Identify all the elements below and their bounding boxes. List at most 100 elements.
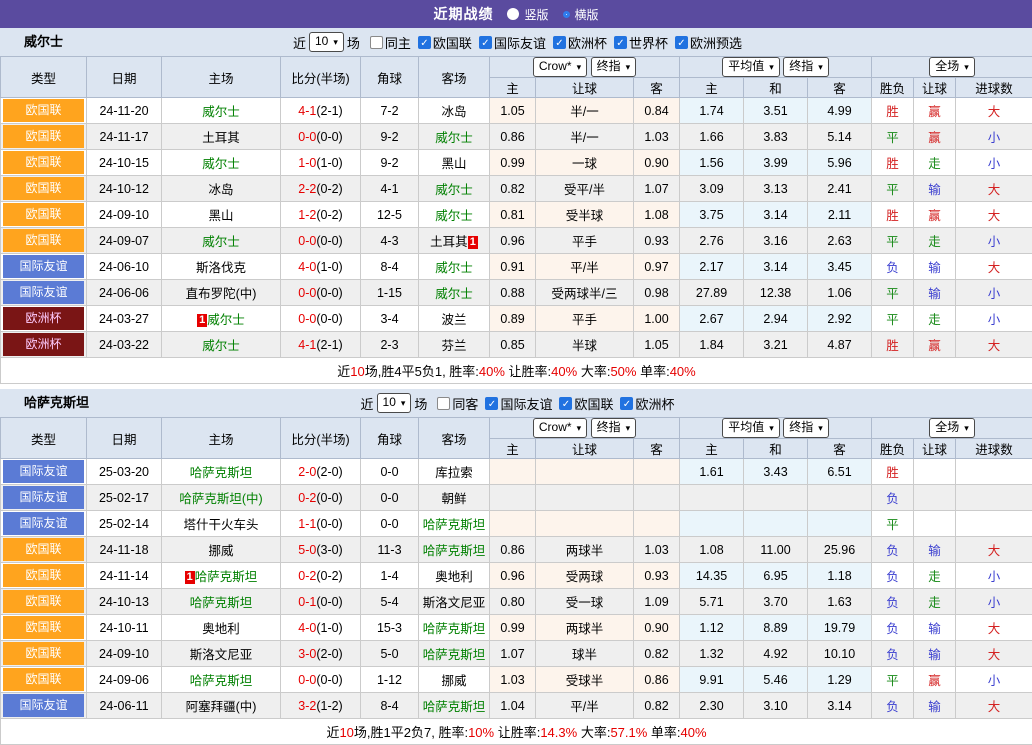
away-team-name: 哈萨克斯坦 — [423, 700, 486, 714]
league-badge: 国际友谊 — [3, 694, 84, 717]
league-filter-checkbox-1-box[interactable]: ✓ — [559, 397, 572, 410]
result-goals: 小 — [956, 228, 1032, 254]
summary-stat-value: 40% — [670, 364, 696, 379]
odds-source-select[interactable]: Crow*▾ — [533, 57, 587, 77]
match-date: 25-03-20 — [87, 459, 162, 485]
table-header-row-1: 类型日期主场比分(半场)角球客场Crow*▾ 终指▾平均值▾ 终指▾全场▾ — [1, 418, 1032, 439]
match-date: 24-09-07 — [87, 228, 162, 254]
odds-home — [490, 511, 536, 537]
same-venue-checkbox[interactable]: 同主 — [363, 33, 411, 52]
away-team-name: 波兰 — [441, 313, 466, 327]
summary-stat-label: 近 — [337, 364, 350, 379]
league-type-cell: 国际友谊 — [1, 280, 87, 306]
match-score: 4-1(2-1) — [281, 332, 361, 358]
odds-away: 0.84 — [634, 98, 680, 124]
chevron-down-icon: ▾ — [769, 62, 774, 72]
league-type-cell: 欧国联 — [1, 589, 87, 615]
match-count-select[interactable]: 10▾ — [309, 32, 344, 52]
avg-time-select[interactable]: 终指▾ — [783, 57, 829, 77]
odds-source-select[interactable]: Crow*▾ — [533, 418, 587, 438]
table-row: 欧洲杯24-03-22威尔士4-1(2-1)2-3芬兰0.85半球1.051.8… — [1, 332, 1032, 358]
avg-away: 3.14 — [808, 693, 872, 719]
league-filter-checkbox-1[interactable]: ✓国际友谊 — [472, 33, 546, 52]
league-type-cell: 国际友谊 — [1, 485, 87, 511]
league-badge: 国际友谊 — [3, 255, 84, 278]
odds-away: 0.82 — [634, 693, 680, 719]
result-outcome: 胜 — [872, 332, 914, 358]
avg-source-select[interactable]: 平均值▾ — [722, 418, 780, 438]
league-filter-checkbox-4-box[interactable]: ✓ — [675, 36, 688, 49]
corner-score: 9-2 — [361, 124, 419, 150]
match-count-select-value: 10 — [383, 395, 396, 409]
corner-score: 1-12 — [361, 667, 419, 693]
odds-handicap: 球半 — [536, 641, 634, 667]
league-badge: 欧国联 — [3, 151, 84, 174]
same-venue-checkbox-box[interactable] — [370, 36, 383, 49]
team-section-0: 威尔士近10▾场同主✓欧国联✓国际友谊✓欧洲杯✓世界杯✓欧洲预选类型日期主场比分… — [0, 28, 1032, 384]
result-outcome: 负 — [872, 537, 914, 563]
home-team-name: 塔什干火车头 — [183, 518, 258, 532]
result-handicap — [914, 511, 956, 537]
match-score: 5-0(3-0) — [281, 537, 361, 563]
summary-stat-label: 让胜率: — [505, 364, 551, 379]
league-filter-checkbox-4[interactable]: ✓欧洲预选 — [668, 33, 742, 52]
avg-home: 9.91 — [680, 667, 744, 693]
match-date: 24-06-06 — [87, 280, 162, 306]
avg-draw: 3.51 — [744, 98, 808, 124]
result-handicap: 赢 — [914, 98, 956, 124]
odds-handicap: 受两球半/三 — [536, 280, 634, 306]
league-filter-checkbox-0-box[interactable]: ✓ — [485, 397, 498, 410]
result-handicap: 走 — [914, 228, 956, 254]
radio-vertical-option[interactable]: 竖版 — [507, 6, 548, 23]
odds-away: 0.97 — [634, 254, 680, 280]
result-handicap: 走 — [914, 563, 956, 589]
home-team: 塔什干火车头 — [162, 511, 281, 537]
chevron-down-icon: ▾ — [626, 423, 631, 433]
halftime-score: (0-2) — [316, 569, 342, 583]
table-row: 国际友谊25-03-20哈萨克斯坦2-0(2-0)0-0库拉索1.613.436… — [1, 459, 1032, 485]
odds-time-select[interactable]: 终指▾ — [591, 57, 637, 77]
away-team-name: 哈萨克斯坦 — [423, 648, 486, 662]
avg-source-select[interactable]: 平均值▾ — [722, 57, 780, 77]
same-venue-checkbox[interactable]: 同客 — [430, 394, 478, 413]
league-filter-checkbox-2[interactable]: ✓欧洲杯 — [546, 33, 607, 52]
result-goals — [956, 485, 1032, 511]
halftime-score: (3-0) — [316, 543, 342, 557]
avg-time-select-value: 终指 — [789, 59, 813, 73]
league-filter-checkbox-0-box[interactable]: ✓ — [418, 36, 431, 49]
scope-select[interactable]: 全场▾ — [929, 418, 975, 438]
summary-row: 近10场,胜4平5负1, 胜率:40% 让胜率:40% 大率:50% 单率:40… — [1, 358, 1032, 384]
corner-score: 1-4 — [361, 563, 419, 589]
scope-select[interactable]: 全场▾ — [929, 57, 975, 77]
avg-home: 1.84 — [680, 332, 744, 358]
home-team-name: 黑山 — [208, 209, 233, 223]
home-team-name: 哈萨克斯坦(中) — [179, 492, 262, 506]
away-team-name: 哈萨克斯坦 — [423, 622, 486, 636]
col-header-result-wl: 胜负 — [872, 439, 914, 459]
odds-time-select[interactable]: 终指▾ — [591, 418, 637, 438]
result-outcome: 胜 — [872, 202, 914, 228]
league-filter-checkbox-2-box[interactable]: ✓ — [553, 36, 566, 49]
league-filter-checkbox-2[interactable]: ✓欧洲杯 — [613, 394, 674, 413]
league-filter-checkbox-0[interactable]: ✓国际友谊 — [478, 394, 552, 413]
result-handicap: 走 — [914, 150, 956, 176]
col-header-odds-away: 客 — [634, 78, 680, 98]
league-filter-checkbox-1-box[interactable]: ✓ — [479, 36, 492, 49]
avg-time-select[interactable]: 终指▾ — [783, 418, 829, 438]
league-badge: 欧国联 — [3, 668, 84, 691]
league-filter-checkbox-3-box[interactable]: ✓ — [614, 36, 627, 49]
avg-draw: 3.99 — [744, 150, 808, 176]
league-filter-checkbox-1[interactable]: ✓欧国联 — [552, 394, 613, 413]
league-filter-checkbox-2-box[interactable]: ✓ — [620, 397, 633, 410]
match-count-select[interactable]: 10▾ — [377, 393, 412, 413]
league-filter-checkbox-0[interactable]: ✓欧国联 — [411, 33, 472, 52]
odds-away: 0.98 — [634, 280, 680, 306]
league-badge: 欧洲杯 — [3, 307, 84, 330]
summary-stat-value: 57.1% — [610, 725, 647, 740]
same-venue-checkbox-box[interactable] — [437, 397, 450, 410]
league-filter-checkbox-3[interactable]: ✓世界杯 — [607, 33, 668, 52]
result-handicap: 输 — [914, 641, 956, 667]
team-section-1: 哈萨克斯坦近10▾场同客✓国际友谊✓欧国联✓欧洲杯类型日期主场比分(半场)角球客… — [0, 389, 1032, 745]
radio-horizontal-option[interactable]: 横版 — [563, 6, 599, 23]
halftime-score: (0-0) — [316, 673, 342, 687]
